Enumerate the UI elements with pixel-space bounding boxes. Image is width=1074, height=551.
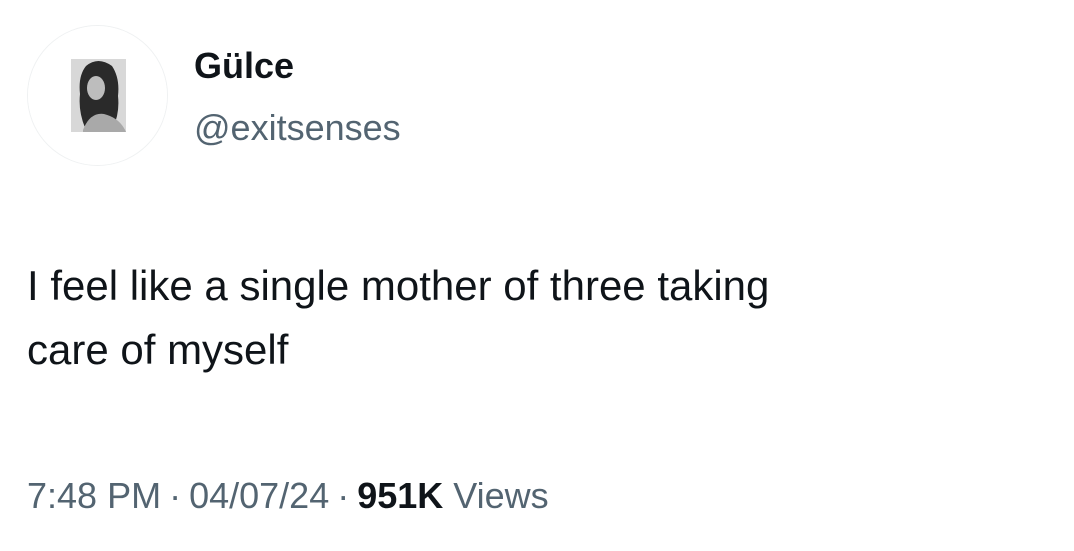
meta-separator: ·	[337, 475, 350, 516]
tweet-text: I feel like a single mother of three tak…	[27, 262, 770, 373]
view-count: 951K	[357, 475, 444, 516]
user-handle[interactable]: @exitsenses	[194, 104, 401, 152]
tweet-date[interactable]: 04/07/24	[189, 475, 329, 516]
display-name[interactable]: Gülce	[194, 42, 294, 90]
tweet-meta: 7:48 PM · 04/07/24 · 951K Views	[27, 472, 549, 520]
tweet-time[interactable]: 7:48 PM	[27, 475, 161, 516]
meta-separator: ·	[169, 475, 182, 516]
views-label: Views	[453, 475, 549, 516]
avatar-photo-icon	[28, 26, 167, 165]
avatar[interactable]	[27, 25, 168, 166]
